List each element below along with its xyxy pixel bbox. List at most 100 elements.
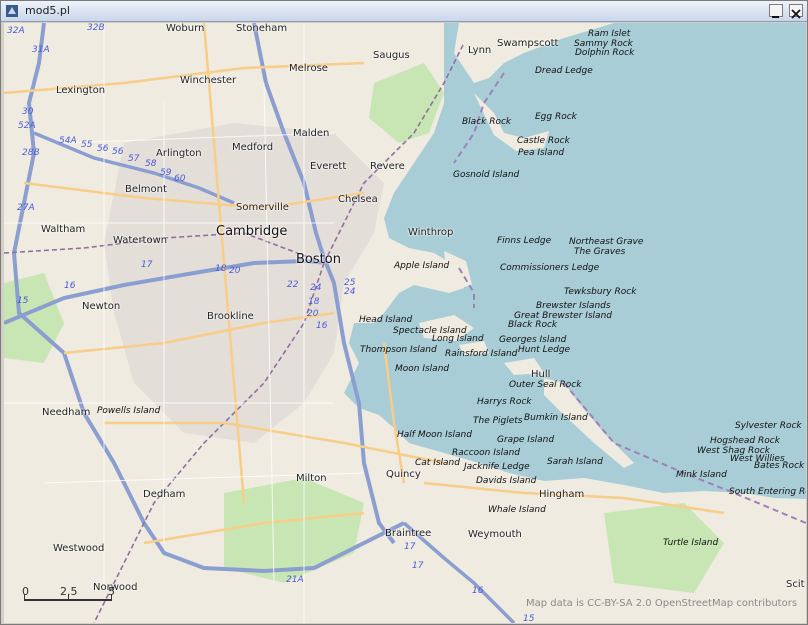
town-label-malden: Malden (293, 128, 330, 139)
route-label-16: 16 (316, 321, 328, 331)
route-label-16: 16 (64, 281, 76, 291)
water-feature-label-the-piglets: The Piglets (473, 416, 523, 426)
window-title: mod5.pl (25, 4, 70, 17)
scale-bar: 0 2.5 5 (22, 585, 142, 601)
town-label-winchester: Winchester (180, 75, 237, 86)
town-label-westwood: Westwood (53, 543, 105, 554)
minimize-button[interactable] (769, 4, 783, 18)
town-label-hingham: Hingham (539, 489, 585, 500)
water-feature-label-outer-seal-rock: Outer Seal Rock (509, 380, 582, 390)
water-feature-label-jacknife-ledge: Jacknife Ledge (464, 462, 530, 472)
water-feature-label-sarah-island: Sarah Island (547, 457, 603, 467)
water-feature-label-commissioners-ledge: Commissioners Ledge (500, 263, 600, 273)
town-label-chelsea: Chelsea (338, 194, 378, 205)
route-label-17: 17 (404, 542, 416, 552)
route-label-52a: 52A (18, 121, 36, 131)
route-label-24: 24 (310, 283, 322, 293)
route-label-18: 18 (308, 297, 320, 307)
water-feature-label-tewksbury-rock: Tewksbury Rock (564, 287, 637, 297)
route-label-15: 15 (17, 296, 29, 306)
water-feature-label-raccoon-island: Raccoon Island (452, 448, 521, 458)
town-label-revere: Revere (370, 161, 405, 172)
water-feature-label-head-island: Head Island (359, 315, 413, 325)
water-feature-label-thompson-island: Thompson Island (360, 345, 437, 355)
route-label-31a: 31A (32, 45, 50, 55)
app-icon (6, 5, 18, 17)
water-feature-label-apple-island: Apple Island (394, 261, 450, 271)
town-label-scit: Scit (786, 579, 805, 590)
town-label-belmont: Belmont (125, 184, 167, 195)
town-label-lexington: Lexington (56, 85, 106, 96)
route-label-28b: 28B (22, 148, 40, 158)
town-label-woburn: Woburn (166, 23, 205, 34)
water-feature-label-south-entering-roc: South Entering Roc (729, 487, 806, 497)
water-feature-label-black-rock: Black Rock (508, 320, 558, 330)
town-label-winthrop: Winthrop (408, 227, 454, 238)
town-label-brookline: Brookline (207, 311, 254, 322)
route-label-22: 22 (287, 280, 299, 290)
town-label-swampscott: Swampscott (497, 38, 559, 49)
map-view[interactable]: Woburn Stoneham Lexington Winchester Melrose… (4, 23, 806, 623)
water-feature-label-cat-island: Cat Island (415, 458, 460, 468)
route-label-17: 17 (141, 260, 153, 270)
city-label-boston: Boston (296, 252, 341, 267)
app-window: mod5.pl Woburn Stoneham Lexington Winche… (0, 0, 808, 625)
route-label-15: 15 (523, 614, 535, 623)
route-label-58: 58 (145, 159, 157, 169)
town-label-hull: Hull (531, 369, 551, 380)
town-label-braintree: Braintree (385, 528, 432, 539)
route-label-30: 30 (22, 107, 34, 117)
town-label-saugus: Saugus (373, 50, 410, 61)
water-feature-label-finns-ledge: Finns Ledge (497, 236, 552, 246)
town-label-everett: Everett (310, 161, 347, 172)
town-label-quincy: Quincy (386, 469, 421, 480)
route-label-32a: 32A (7, 26, 25, 36)
town-label-lynn: Lynn (468, 45, 492, 56)
town-label-arlington: Arlington (156, 148, 202, 159)
route-label-59: 59 (160, 168, 172, 178)
close-button[interactable] (789, 4, 803, 19)
water-feature-label-ram-islet: Ram Islet (588, 29, 631, 39)
water-feature-label-egg-rock: Egg Rock (535, 112, 577, 122)
water-feature-label-hogshead-rock: Hogshead Rock (710, 436, 780, 446)
scale-tick-0 (24, 594, 25, 601)
route-label-21a: 21A (286, 575, 304, 585)
route-label-24: 24 (344, 287, 356, 297)
route-label-56: 56 (112, 147, 124, 157)
scale-tick-end (111, 594, 112, 601)
attribution-text: Map data is CC-BY-SA 2.0 OpenStreetMap c… (526, 598, 798, 609)
route-label-27a: 27A (17, 203, 35, 213)
title-bar[interactable]: mod5.pl (1, 1, 807, 22)
water-feature-label-rainsford-island: Rainsford Island (445, 349, 518, 359)
route-label-55: 55 (81, 140, 93, 150)
water-feature-label-powells-island: Powells Island (97, 406, 161, 416)
water-feature-label-davids-island: Davids Island (476, 476, 537, 486)
water-feature-label-sylvester-rock: Sylvester Rock (735, 421, 802, 431)
water-feature-label-brewster-islands: Brewster Islands (536, 301, 611, 311)
water-feature-label-turtle-island: Turtle Island (663, 538, 719, 548)
water-feature-label-gosnold-island: Gosnold Island (453, 170, 520, 180)
town-label-needham: Needham (42, 407, 91, 418)
route-label-17: 17 (412, 561, 424, 571)
water-feature-label-georges-island: Georges Island (499, 335, 567, 345)
route-label-16: 16 (472, 586, 484, 596)
town-label-somerville: Somerville (236, 202, 289, 213)
water-feature-label-black-rock: Black Rock (462, 117, 512, 127)
water-feature-label-dolphin-rock: Dolphin Rock (575, 48, 635, 58)
water-feature-label-whale-island: Whale Island (488, 505, 546, 515)
water-feature-label-half-moon-island: Half Moon Island (397, 430, 472, 440)
water-feature-label-northeast-grave: Northeast Grave (569, 237, 644, 247)
water-feature-label-hunt-ledge: Hunt Ledge (518, 345, 571, 355)
town-label-stoneham: Stoneham (236, 23, 288, 34)
water-feature-label-grape-island: Grape Island (497, 435, 555, 445)
water-feature-label-the-graves: The Graves (574, 247, 626, 257)
route-label-20: 20 (307, 309, 319, 319)
route-label-20: 20 (229, 266, 241, 276)
town-label-dedham: Dedham (143, 489, 186, 500)
route-label-56: 56 (97, 144, 109, 154)
water-feature-label-harrys-rock: Harrys Rock (477, 397, 532, 407)
water-feature-label-long-island: Long Island (432, 334, 484, 344)
water-feature-label-pea-island: Pea Island (518, 148, 565, 158)
water-feature-label-bates-rock: Bates Rock (754, 461, 805, 471)
water-feature-label-moon-island: Moon Island (395, 364, 450, 374)
